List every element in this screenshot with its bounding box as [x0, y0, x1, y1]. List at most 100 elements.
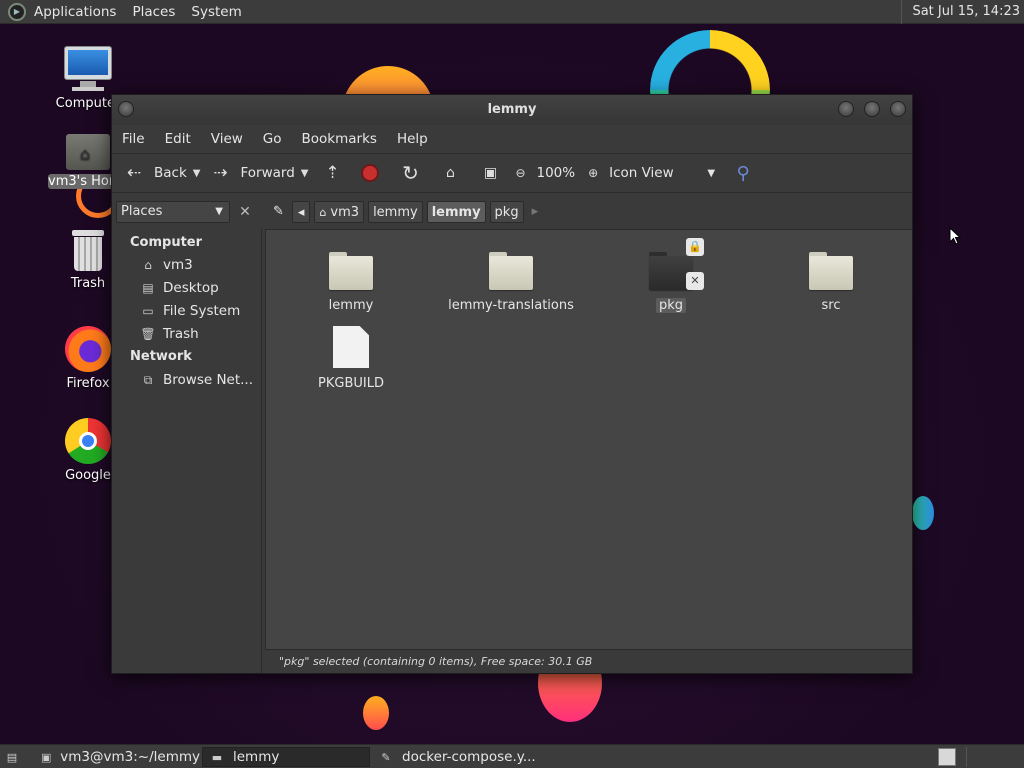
panel-divider: [966, 747, 967, 767]
sidebar-item-browse-network[interactable]: ⧉ Browse Net...: [140, 372, 253, 388]
file-name: lemmy-translations: [448, 298, 574, 313]
file-item-pkg[interactable]: pkg 🔒 ✕: [601, 238, 741, 313]
top-panel: ▶ Applications Places System Sat Jul 15,…: [0, 0, 1024, 24]
zoom-in-icon[interactable]: ⊕: [581, 161, 605, 185]
sidebar-selector-value: Places: [121, 204, 163, 219]
show-desktop-icon: ▤: [6, 750, 18, 764]
file-item-src[interactable]: src: [761, 252, 901, 313]
text-editor-icon: ✎: [381, 750, 391, 764]
zoom-level: 100%: [536, 165, 576, 181]
toolbar: ⇠ Back ▼ ⇢ Forward ▼ ⇡ ↻ ⌂ ▣ ⊖ 100% ⊕ Ic…: [112, 153, 912, 193]
breadcrumb-right-arrow[interactable]: ▸: [528, 201, 543, 223]
back-arrow-icon: ⇠: [126, 163, 142, 183]
system-menu[interactable]: System: [183, 0, 249, 24]
network-icon: ⧉: [143, 372, 153, 387]
workspace-switcher[interactable]: [938, 748, 956, 766]
breadcrumb-vm3[interactable]: ⌂ vm3: [314, 201, 365, 223]
distro-logo-icon[interactable]: ▶: [8, 2, 26, 21]
computer-icon[interactable]: ▣: [478, 161, 502, 185]
chevron-down-icon: ▼: [707, 167, 716, 179]
menu-file[interactable]: File: [112, 131, 155, 147]
sidebar-item-file-system[interactable]: ▭ File System: [140, 303, 240, 319]
status-bar: "pkg" selected (containing 0 items), Fre…: [265, 649, 912, 673]
firefox-icon: [65, 326, 111, 372]
reload-icon[interactable]: ↻: [398, 161, 422, 185]
file-view[interactable]: lemmy lemmy-translations pkg 🔒 ✕ src PKG…: [265, 229, 912, 649]
sidebar-item-vm3[interactable]: ⌂ vm3: [140, 257, 193, 273]
breadcrumb-lemmy[interactable]: lemmy: [368, 201, 423, 223]
file-name: PKGBUILD: [318, 376, 384, 391]
file-item-lemmy[interactable]: lemmy: [281, 252, 421, 313]
view-mode-select[interactable]: Icon View ▼: [609, 158, 721, 188]
places-sidebar: Computer ⌂ vm3 ▤ Desktop ▭ File System 🗑…: [112, 229, 262, 673]
window-menu-icon[interactable]: [118, 101, 134, 117]
file-item-lemmy-translations[interactable]: lemmy-translations: [441, 252, 581, 313]
file-name: pkg: [655, 298, 687, 313]
sidebar-selector[interactable]: Places ▼: [116, 201, 230, 223]
maximize-button[interactable]: [864, 101, 880, 117]
breadcrumb: ✎ ◂ ⌂ vm3 lemmy lemmy pkg ▸: [269, 200, 546, 224]
sidebar-heading-network: Network: [130, 349, 192, 364]
view-mode-label: Icon View: [609, 165, 674, 181]
sidebar-item-trash[interactable]: 🗑 Trash: [140, 326, 198, 342]
file-manager-window: lemmy File Edit View Go Bookmarks Help ⇠…: [111, 94, 913, 674]
breadcrumb-pkg[interactable]: pkg: [489, 201, 524, 223]
menu-bookmarks[interactable]: Bookmarks: [292, 131, 387, 147]
applications-menu[interactable]: Applications: [26, 0, 124, 24]
close-button[interactable]: [890, 101, 906, 117]
chrome-icon: [65, 418, 111, 464]
menu-go[interactable]: Go: [253, 131, 292, 147]
mouse-cursor-icon: [949, 227, 961, 245]
minimize-button[interactable]: [838, 101, 854, 117]
taskbar-item-terminal[interactable]: ▣ vm3@vm3:~/lemmy: [34, 747, 200, 767]
trash-icon: 🗑: [140, 327, 156, 341]
file-name: lemmy: [328, 298, 374, 313]
close-sidebar-icon[interactable]: ✕: [234, 201, 256, 223]
desktop-icon: ▤: [142, 281, 154, 295]
folder-icon: ▬: [211, 750, 223, 764]
menubar: File Edit View Go Bookmarks Help: [112, 125, 912, 153]
back-history-dropdown[interactable]: ▼: [193, 168, 201, 179]
home-folder-icon: ⌂: [66, 130, 110, 170]
sidebar-item-desktop[interactable]: ▤ Desktop: [140, 280, 218, 296]
folder-icon: [489, 252, 533, 290]
search-icon[interactable]: ⚲: [731, 161, 755, 185]
terminal-icon: ▣: [40, 750, 52, 764]
file-item-pkgbuild[interactable]: PKGBUILD: [281, 326, 421, 391]
drive-icon: ▭: [142, 304, 154, 318]
show-desktop-button[interactable]: ▤: [0, 747, 28, 767]
chevron-down-icon: ▼: [215, 206, 223, 217]
up-arrow-icon[interactable]: ⇡: [320, 161, 344, 185]
back-button[interactable]: ⇠ Back: [122, 158, 187, 188]
trash-icon: [70, 230, 106, 272]
wallpaper-blob-blue: [912, 496, 934, 530]
taskbar-item-text-editor[interactable]: ✎ docker-compose.y...: [372, 747, 542, 767]
breadcrumb-left-arrow[interactable]: ◂: [291, 201, 311, 223]
back-label: Back: [154, 165, 187, 181]
edit-location-icon[interactable]: ✎: [269, 201, 288, 223]
menu-help[interactable]: Help: [387, 131, 438, 147]
window-titlebar[interactable]: lemmy: [112, 95, 912, 125]
menu-view[interactable]: View: [201, 131, 253, 147]
unreadable-x-icon: ✕: [686, 272, 704, 290]
zoom-out-icon[interactable]: ⊖: [508, 161, 532, 185]
lock-icon: 🔒: [686, 238, 704, 256]
folder-icon: [329, 252, 373, 290]
forward-button[interactable]: ⇢ Forward: [208, 158, 294, 188]
menu-edit[interactable]: Edit: [155, 131, 201, 147]
taskbar-item-lemmy[interactable]: ▬ lemmy: [202, 747, 370, 767]
breadcrumb-lemmy-current[interactable]: lemmy: [426, 201, 486, 223]
clock[interactable]: Sat Jul 15, 14:23: [901, 0, 1024, 24]
home-icon[interactable]: ⌂: [438, 161, 462, 185]
stop-icon[interactable]: [358, 161, 382, 185]
text-file-icon: [333, 326, 369, 368]
home-icon: ⌂: [319, 206, 327, 219]
forward-label: Forward: [240, 165, 295, 181]
places-menu[interactable]: Places: [124, 0, 183, 24]
wallpaper-blob-small: [363, 696, 389, 730]
file-name: src: [821, 298, 841, 313]
forward-arrow-icon: ⇢: [213, 163, 228, 183]
bottom-panel: ▤ ▣ vm3@vm3:~/lemmy ▬ lemmy ✎ docker-com…: [0, 744, 1024, 768]
monitor-icon: [64, 46, 112, 92]
forward-history-dropdown[interactable]: ▼: [301, 168, 309, 179]
